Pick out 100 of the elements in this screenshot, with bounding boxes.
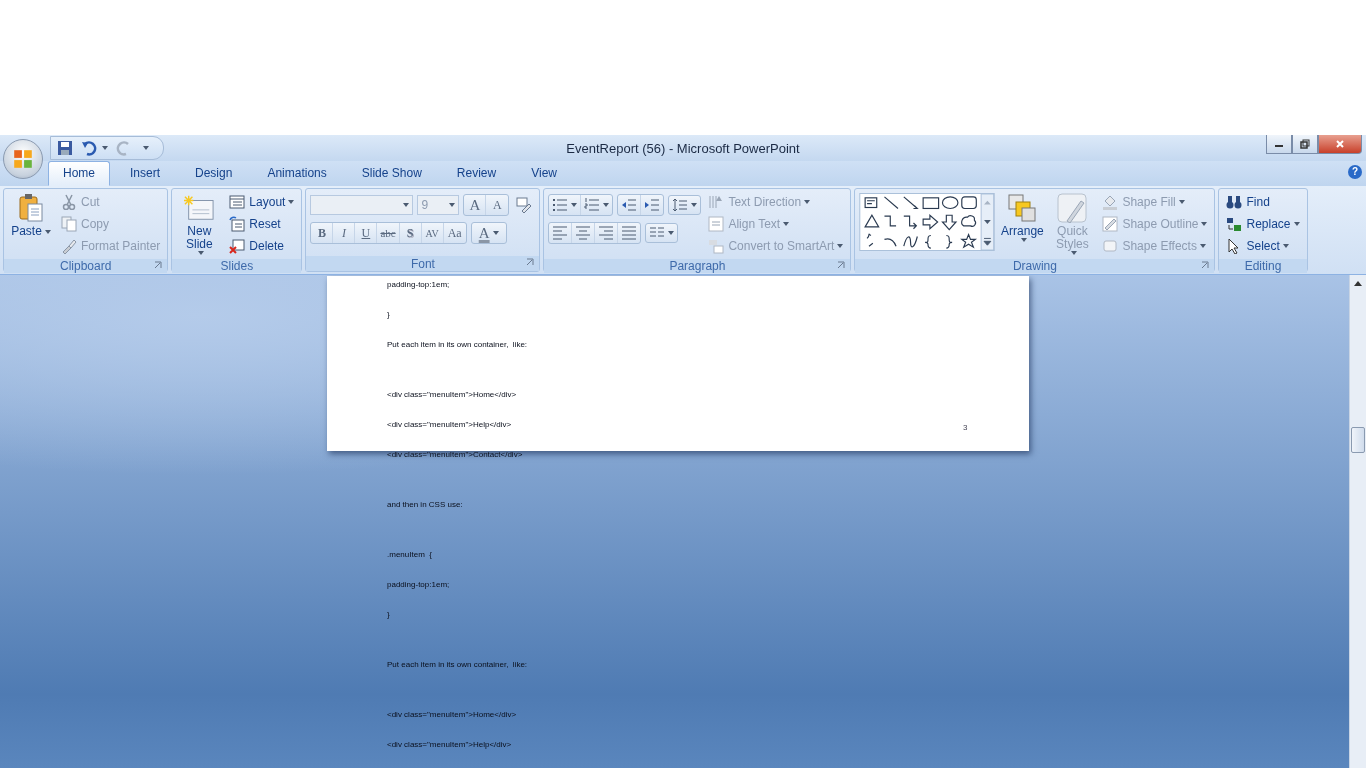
ribbon-button[interactable]: Replace	[1223, 213, 1303, 235]
square-icon	[1102, 238, 1119, 254]
stacked-squares-icon	[1007, 193, 1038, 223]
close-icon	[1335, 139, 1345, 149]
layout-icon	[229, 194, 246, 210]
format-button[interactable]: I	[333, 223, 356, 243]
text-line: <div class="menuItem">Home</div>	[387, 389, 517, 401]
caret-icon	[668, 231, 675, 235]
text-line: Put each item in its own container, like:	[387, 659, 528, 671]
format-button[interactable]: B	[311, 223, 334, 243]
text-line: Put each item in its own container, like:	[387, 339, 528, 351]
ribbon-button[interactable]: Find	[1223, 191, 1303, 213]
text-line: padding-top:1em;	[387, 279, 450, 291]
shapes-gallery-drawing[interactable]	[859, 193, 996, 251]
align-text-icon	[708, 216, 725, 232]
caret-icon	[603, 203, 610, 207]
text-line: and then in CSS use:	[387, 499, 463, 511]
save-icon	[57, 140, 73, 156]
caret-icon	[102, 146, 108, 150]
format-button[interactable]: S	[399, 223, 422, 243]
brush-square-icon	[1057, 193, 1088, 223]
caret-icon	[143, 146, 149, 150]
page-number: 3	[963, 423, 968, 432]
ribbon-button[interactable]: Arrange	[999, 191, 1046, 257]
outdent-icon	[621, 197, 638, 213]
ribbon-button[interactable]: New Slide	[176, 191, 223, 257]
format-button[interactable]: U	[355, 223, 378, 243]
caret-icon	[403, 203, 410, 207]
text-line: <div class="menuItem">Contact</div>	[387, 449, 523, 461]
caret-icon	[492, 231, 499, 235]
align-icon	[552, 225, 569, 241]
eraser-icon	[516, 197, 533, 213]
window-title: EventReport (56) - Microsoft PowerPoint	[566, 140, 800, 156]
numbered-list-icon	[584, 197, 601, 213]
ribbon-tab[interactable]: View	[516, 161, 572, 186]
launcher-icon	[1201, 261, 1210, 269]
shrink-font-button[interactable]: A	[486, 195, 509, 215]
columns-button[interactable]	[645, 223, 679, 243]
ribbon-tab[interactable]: Slide Show	[346, 161, 437, 186]
brush-icon	[61, 238, 77, 254]
squares-icon	[12, 148, 34, 170]
slide-icon	[184, 193, 215, 223]
ribbon-button[interactable]: Paste	[8, 191, 54, 257]
group-label: Slides	[220, 259, 254, 273]
close-button[interactable]	[1318, 135, 1362, 154]
restore-icon	[1300, 139, 1310, 149]
ribbon-button[interactable]: Layout	[226, 191, 298, 213]
format-button[interactable]: Aa	[443, 223, 466, 243]
group-label: Paragraph	[669, 259, 726, 273]
minimize-button[interactable]	[1266, 135, 1292, 154]
ribbon-tab[interactable]: Home	[48, 161, 110, 186]
text-line: <div class="menuItem">Help</div>	[387, 739, 512, 751]
font-size-field[interactable]: 9	[417, 195, 460, 215]
ribbon-tab[interactable]: Review	[441, 161, 512, 186]
text-direction-icon	[708, 194, 725, 210]
text-line: <div class="menuItem">Help</div>	[387, 419, 512, 431]
text-line: }	[387, 609, 390, 621]
align-icon	[575, 225, 592, 241]
line-spacing-button[interactable]	[668, 195, 702, 215]
format-button[interactable]: abc	[377, 223, 400, 243]
pencil-icon	[1102, 216, 1119, 232]
ribbon-button[interactable]: Delete	[226, 235, 298, 257]
launcher-icon	[154, 261, 163, 269]
scrollbar-thumb[interactable]	[1351, 427, 1365, 453]
ribbon-button[interactable]: Reset	[226, 213, 298, 235]
ribbon-button[interactable]: Select	[1223, 235, 1303, 257]
launcher-icon	[526, 258, 535, 266]
group-label: Editing	[1244, 259, 1282, 273]
delete-icon	[229, 238, 246, 254]
text-line: .menuItem {	[387, 549, 432, 561]
caret-icon	[691, 203, 698, 207]
help-button[interactable]: ?	[1348, 164, 1362, 179]
font-color-button[interactable]: A	[471, 223, 506, 243]
ribbon-tab[interactable]: Design	[180, 161, 248, 186]
bullet-list-icon	[552, 197, 569, 213]
caret-icon	[571, 203, 578, 207]
ribbon-tab[interactable]: Animations	[252, 161, 342, 186]
copy-icon	[61, 216, 77, 232]
font-name-field[interactable]	[310, 195, 414, 215]
smartart-icon	[708, 238, 725, 254]
caret-icon	[449, 203, 456, 207]
group-label: Clipboard	[60, 259, 112, 273]
align-icon	[621, 225, 638, 241]
grow-font-button[interactable]: A	[464, 195, 487, 215]
paint-bucket-icon	[1102, 194, 1119, 210]
undo-icon	[81, 140, 97, 156]
text-line: padding-top:1em;	[387, 579, 450, 591]
clipboard-icon	[16, 193, 46, 223]
office-button[interactable]	[3, 139, 43, 179]
text-line: }	[387, 309, 390, 321]
text-line: <div class="menuItem">Home</div>	[387, 709, 517, 721]
binoculars-icon	[1226, 194, 1243, 210]
line-spacing-icon	[672, 197, 689, 213]
restore-button[interactable]	[1292, 135, 1318, 154]
align-icon	[598, 225, 615, 241]
save-button[interactable]	[55, 138, 75, 158]
format-button[interactable]: AV	[421, 223, 444, 243]
undo-button[interactable]	[79, 138, 110, 158]
ribbon-tab[interactable]: Insert	[115, 161, 176, 186]
group-label: Font	[410, 256, 435, 271]
